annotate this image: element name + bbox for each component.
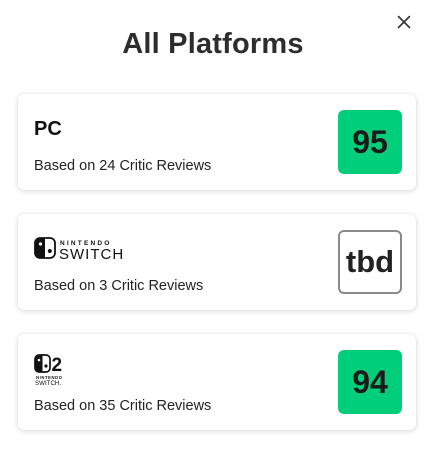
- svg-text:SWITCH.: SWITCH.: [35, 380, 61, 387]
- svg-text:SWITCH: SWITCH: [59, 246, 124, 262]
- nintendo-switch-2-logo: 2 NINTENDO SWITCH.: [34, 354, 74, 387]
- platform-card-nintendo-switch-2[interactable]: 2 NINTENDO SWITCH. Based on 35 Critic Re…: [18, 334, 416, 430]
- svg-text:2: 2: [52, 355, 63, 376]
- critic-reviews-count: Based on 35 Critic Reviews: [34, 398, 212, 414]
- critic-reviews-count: Based on 24 Critic Reviews: [34, 158, 212, 174]
- critic-reviews-count: Based on 3 Critic Reviews: [34, 278, 204, 294]
- metascore-badge[interactable]: tbd: [338, 230, 402, 294]
- all-platforms-modal: All Platforms PC Based on 24 Critic Revi…: [0, 0, 426, 466]
- modal-title: All Platforms: [122, 28, 304, 60]
- metascore-badge[interactable]: 94: [338, 350, 402, 414]
- platform-card-pc[interactable]: PC Based on 24 Critic Reviews 95: [18, 94, 416, 190]
- platform-card-nintendo-switch[interactable]: NINTENDO SWITCH Based on 3 Critic Review…: [18, 214, 416, 310]
- close-icon: [397, 15, 411, 29]
- metascore-badge[interactable]: 95: [338, 110, 402, 174]
- platform-name: PC: [34, 118, 62, 140]
- joycon-icon: [34, 237, 56, 259]
- nintendo-switch-logo: NINTENDO SWITCH: [34, 234, 144, 263]
- joycon-icon: [34, 354, 51, 373]
